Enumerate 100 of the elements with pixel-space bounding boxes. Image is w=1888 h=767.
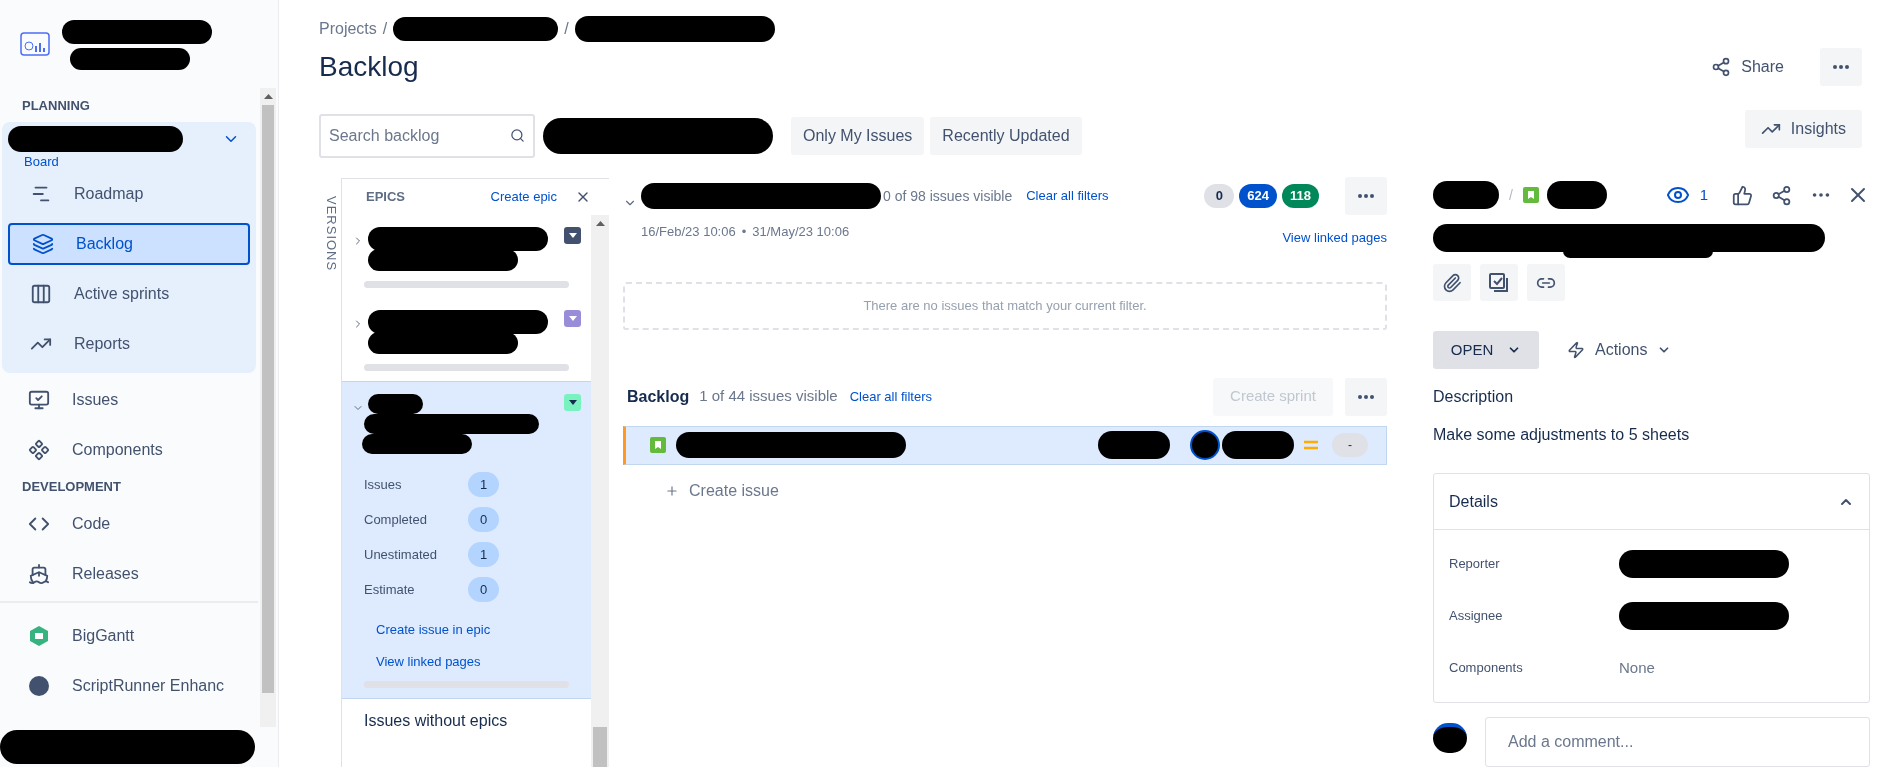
redaction-mark (1222, 431, 1294, 459)
create-issue-button[interactable]: Create issue (665, 478, 779, 503)
caret-icon (568, 233, 577, 238)
insights-button[interactable]: Insights (1744, 110, 1862, 148)
count-badge: 0 (468, 577, 499, 602)
count-badge: 118 (1282, 184, 1319, 208)
avatar-icon (28, 674, 50, 697)
checkbox-stack-icon (1488, 271, 1510, 294)
breadcrumb-link[interactable]: Projects (319, 17, 377, 41)
columns-icon (30, 283, 52, 305)
sidebar-item[interactable]: Active sprints (8, 273, 250, 315)
quick-filter-button[interactable]: Recently Updated (930, 117, 1082, 155)
issues-icon (28, 389, 50, 411)
scrollbar[interactable] (260, 88, 276, 728)
search-field[interactable]: Search backlog (319, 114, 535, 158)
scroll-up-arrow-icon[interactable] (263, 94, 273, 99)
priority-medium-icon (1304, 440, 1318, 450)
section-heading: PLANNING (21, 97, 91, 115)
sidebar-item[interactable]: ScriptRunner Enhanc (6, 664, 252, 707)
estimate-badge: - (1332, 433, 1368, 457)
breadcrumb-separator: / (564, 19, 569, 39)
stat-label: Completed (364, 510, 428, 529)
sidebar-item[interactable]: Releases (6, 552, 252, 595)
epic-link[interactable]: View linked pages (376, 651, 581, 671)
sidebar-item[interactable]: Issues (6, 379, 252, 421)
sidebar-item[interactable]: Backlog (8, 223, 250, 265)
field-value: None (1619, 657, 1655, 678)
redaction-mark (1546, 181, 1607, 209)
sprint-dates: 31/May/23 10:06 (752, 223, 850, 241)
count-badge: 1 (468, 542, 499, 567)
clear-filters-link[interactable]: Clear all filters (849, 386, 932, 407)
count-badge: 1 (468, 472, 499, 497)
ship-icon (28, 562, 50, 585)
more-icon (1358, 394, 1374, 399)
clear-filters-link[interactable]: Clear all filters (1026, 186, 1109, 206)
scrollbar-thumb[interactable] (593, 727, 607, 767)
share-icon[interactable] (1771, 184, 1792, 206)
quick-filter-button[interactable]: Only My Issues (791, 117, 925, 155)
field-label: Components (1449, 659, 1524, 678)
actions-button[interactable]: Actions (1567, 338, 1672, 362)
breadcrumb-separator: / (382, 19, 388, 39)
sidebar-item[interactable]: Roadmap (8, 173, 250, 215)
scroll-up-arrow-icon[interactable] (595, 221, 605, 226)
page-title: Backlog (319, 50, 419, 84)
more-icon (1358, 194, 1374, 198)
scrollbar[interactable] (591, 215, 609, 767)
field-label: Description (1433, 387, 1515, 407)
epic-link[interactable]: Create issue in epic (376, 620, 581, 640)
count-badge: 0 (1204, 184, 1235, 208)
empty-state-box: There are no issues that match your current filter. (623, 281, 1387, 330)
more-button[interactable] (1820, 48, 1862, 86)
stat-label: Estimate (364, 580, 416, 599)
thumbs-up-icon[interactable] (1732, 184, 1753, 206)
redaction-mark (1190, 430, 1220, 460)
project-avatar-icon (20, 32, 50, 58)
link-button[interactable] (1527, 264, 1565, 301)
epic-color-tag[interactable] (564, 227, 581, 244)
redaction-mark (1433, 181, 1499, 209)
issue-count: 0 of 98 issues visible (883, 186, 1013, 206)
status-button[interactable]: OPEN (1433, 331, 1539, 369)
field-label: Reporter (1449, 555, 1501, 574)
share-button[interactable]: Share (1711, 55, 1784, 79)
description-text: Make some adjustments to 5 sheets (1433, 425, 1691, 445)
panel-title: EPICS (366, 188, 405, 207)
attach-button[interactable] (1433, 264, 1471, 301)
breadcrumb-separator: / (1509, 185, 1513, 205)
hexagon-icon (28, 624, 50, 647)
stat-label: Unestimated (364, 545, 438, 564)
versions-tab[interactable]: VERSIONS (317, 178, 341, 767)
scrollbar-thumb[interactable] (262, 105, 274, 693)
issue-count: 1 of 44 issues visible (699, 386, 838, 407)
view-linked-pages-link[interactable]: View linked pages (1282, 228, 1387, 248)
share-icon (1711, 57, 1732, 77)
subtask-button[interactable] (1480, 264, 1518, 301)
comment-field[interactable]: Add a comment... (1485, 717, 1870, 767)
epic-color-tag[interactable] (564, 394, 581, 411)
backlog-icon (32, 233, 54, 255)
plus-icon (665, 483, 679, 498)
caret-icon (568, 316, 577, 321)
sidebar-item[interactable]: Components (6, 429, 252, 471)
count-badge: 0 (468, 507, 499, 532)
details-header[interactable]: Details (1434, 474, 1869, 530)
watcher-count: 1 (1699, 184, 1708, 205)
epic-item[interactable]: Issues 1 Completed 0 Unestimated 1 Estimate 0 Create issue in epic View linked pages (342, 381, 591, 698)
story-icon (1522, 187, 1539, 203)
sprint-dates: 16/Feb/23 10:06 (641, 223, 736, 241)
sidebar-item[interactable]: Code (6, 502, 252, 545)
board-label: Board (23, 152, 60, 171)
epic-color-tag[interactable] (564, 310, 581, 327)
sidebar-item[interactable]: BigGantt (6, 614, 252, 657)
paperclip-icon (1442, 272, 1462, 293)
sidebar-item[interactable]: Reports (8, 323, 250, 365)
issue-row[interactable]: - (623, 425, 1387, 465)
create-epic-link[interactable]: Create epic (490, 187, 557, 207)
count-badge: 624 (1239, 184, 1277, 208)
redaction-mark (1433, 723, 1467, 753)
more-button[interactable] (1345, 177, 1387, 215)
field-label: Assignee (1449, 607, 1504, 626)
more-button[interactable] (1345, 377, 1387, 416)
lightning-icon (1567, 341, 1585, 359)
